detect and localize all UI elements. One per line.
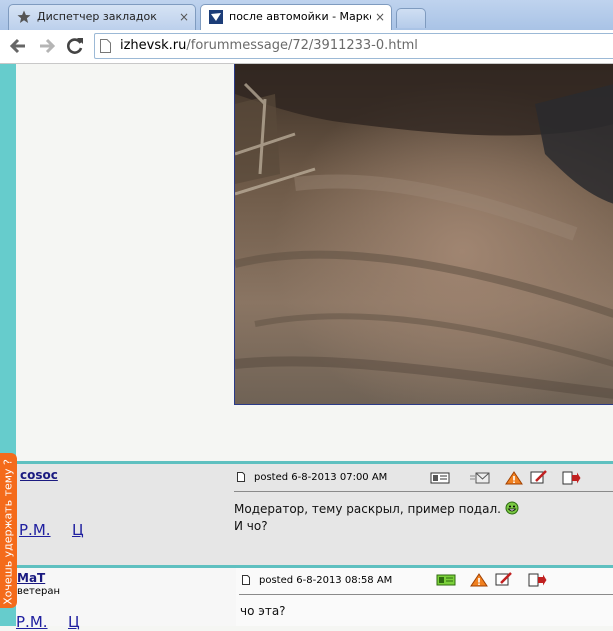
c-link[interactable]: Ц [72,521,84,539]
post-doc-icon [237,472,245,482]
warning-icon[interactable] [469,573,489,587]
email-icon[interactable] [470,471,490,485]
tab-bar: Диспетчер закладок × после автомойки - М… [0,0,613,31]
author-rank: ветеран [17,586,61,597]
url-text: izhevsk.ru/forummessage/72/3911233-0.htm… [120,38,418,53]
arrow-right-icon [40,38,56,54]
post-doc-icon [242,575,250,585]
arrow-left-icon [9,38,25,54]
post-author[interactable]: MaT [17,571,45,585]
tab-title: Диспетчер закладок [37,10,157,23]
reload-button[interactable] [64,35,86,57]
post-date: posted 6-8-2013 08:58 AM [259,575,393,586]
message-line: чо эта? [240,604,286,618]
smiley-icon [505,501,519,515]
reload-icon [67,38,83,54]
profile-icon[interactable] [436,573,456,587]
toolbar: izhevsk.ru/forummessage/72/3911233-0.htm… [0,30,613,64]
message-line: Модератор, тему раскрыл, пример подал. [234,501,519,518]
hold-topic-label: Хочешь удержать тему ? [1,459,15,605]
tab-forum-post[interactable]: после автомойки - Марковс × [200,4,392,31]
warning-icon[interactable] [504,471,524,485]
post-divider [234,491,613,492]
message-line: И чо? [234,519,268,533]
post-photo [234,64,613,405]
post-date: posted 6-8-2013 07:00 AM [254,472,388,483]
forward-button[interactable] [36,35,58,57]
edit-icon[interactable] [529,470,549,484]
post-divider [239,594,613,595]
site-icon [209,10,223,24]
address-bar[interactable]: izhevsk.ru/forummessage/72/3911233-0.htm… [94,33,613,59]
quote-icon[interactable] [561,471,581,485]
post-author[interactable]: cosoc [20,468,58,482]
page-icon [100,39,111,53]
quote-icon[interactable] [527,573,547,587]
tab-close-icon[interactable]: × [179,5,189,29]
pm-link[interactable]: Р.М. [19,521,51,539]
back-button[interactable] [7,35,29,57]
edit-icon[interactable] [494,572,514,586]
tab-bookmark-manager[interactable]: Диспетчер закладок × [8,4,196,30]
tab-close-icon[interactable]: × [375,5,385,29]
dirt-ground-photo [235,64,613,404]
profile-icon[interactable] [430,471,450,485]
new-tab-button[interactable] [396,8,426,28]
tab-title: после автомойки - Марковс [229,10,371,23]
c-link[interactable]: Ц [68,613,80,631]
pm-link[interactable]: Р.М. [16,613,48,631]
star-icon [17,10,31,23]
